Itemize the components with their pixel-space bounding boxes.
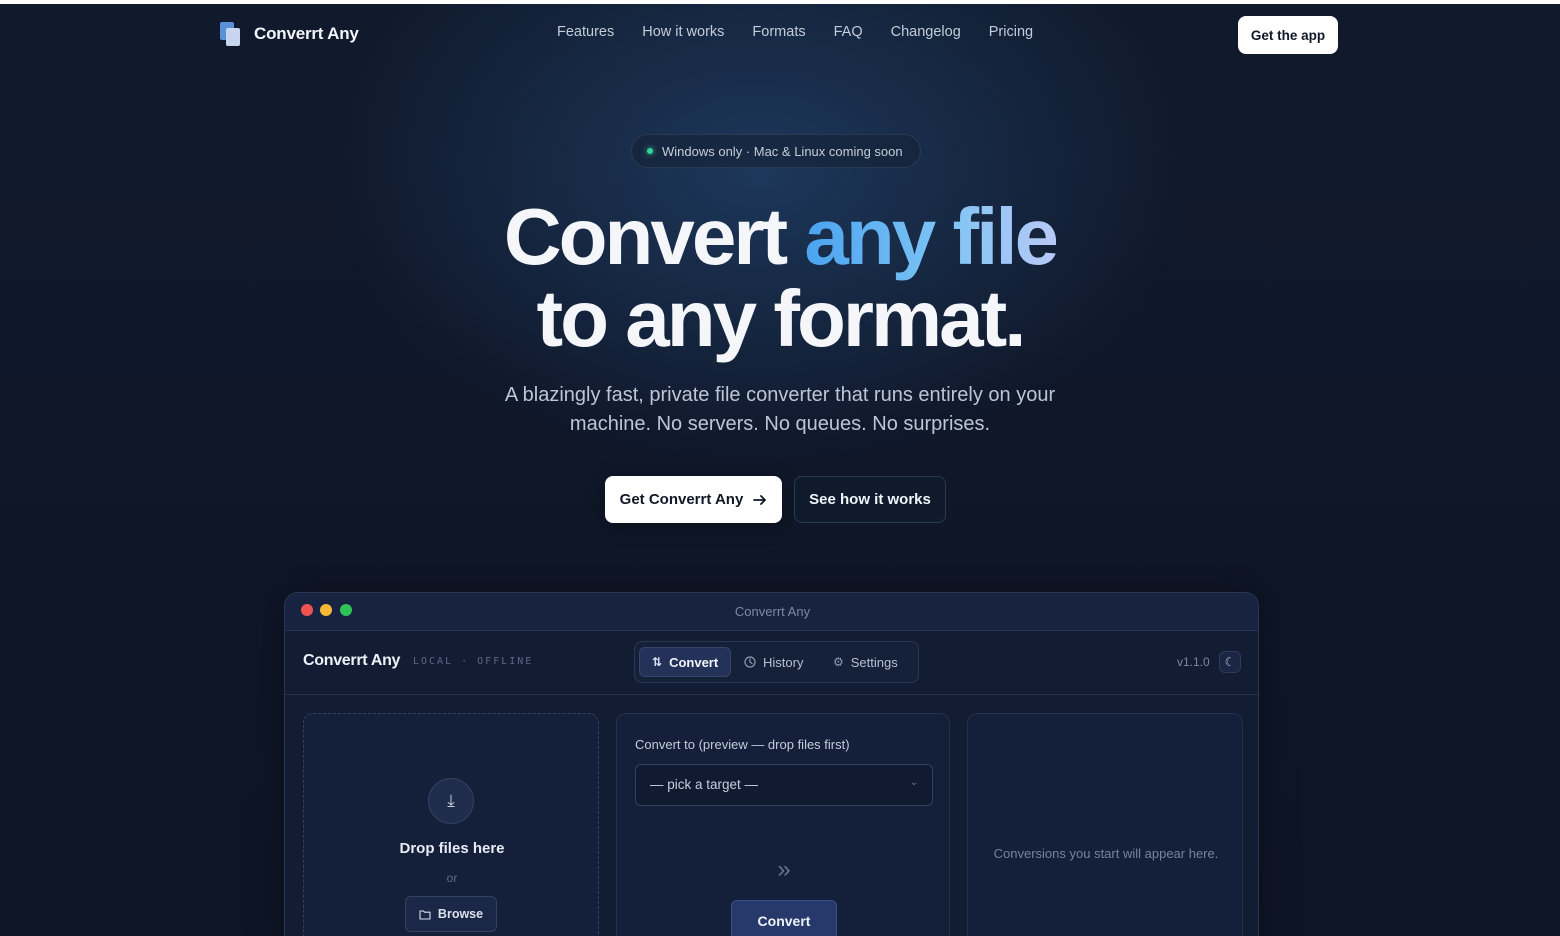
app-tabs: ⇅ Convert History ⚙ Settings	[634, 641, 919, 683]
platform-badge: Windows only · Mac & Linux coming soon	[631, 134, 921, 168]
drop-zone[interactable]: ⤓ Drop files here or Browse	[303, 713, 599, 936]
tab-convert-label: Convert	[669, 654, 719, 670]
platform-badge-text: Windows only · Mac & Linux coming soon	[662, 143, 903, 159]
get-the-app-button[interactable]: Get the app	[1238, 16, 1338, 54]
window-titlebar: Converrt Any	[285, 593, 1258, 631]
brand-logo-icon	[218, 22, 242, 46]
window-title: Converrt Any	[734, 604, 811, 619]
nav-link-how-it-works[interactable]: How it works	[642, 24, 724, 40]
app-window-preview: Converrt Any Converrt Any LOCAL · OFFLIN…	[284, 592, 1259, 936]
hero-title: Convert any file to any format.	[0, 196, 1560, 360]
tab-settings-label: Settings	[850, 654, 898, 670]
double-chevron-right-icon: »	[777, 856, 791, 883]
nav-link-changelog[interactable]: Changelog	[891, 24, 961, 40]
hero-subtitle: A blazingly fast, private file converter…	[504, 384, 1056, 435]
nav-link-features[interactable]: Features	[557, 24, 614, 40]
target-format-select[interactable]: — pick a target — ⌄	[635, 764, 933, 806]
convert-panel: Convert to (preview — drop files first) …	[616, 713, 950, 936]
nav-link-faq[interactable]: FAQ	[834, 24, 863, 40]
swap-icon: ⇅	[652, 655, 663, 669]
convert-to-label: Convert to (preview — drop files first)	[635, 737, 850, 752]
app-header: Converrt Any LOCAL · OFFLINE ⇅ Convert H…	[285, 631, 1258, 695]
chevron-down-icon: ⌄	[909, 777, 918, 788]
status-dot-icon	[647, 148, 653, 154]
tab-settings[interactable]: ⚙ Settings	[833, 647, 898, 677]
nav-link-pricing[interactable]: Pricing	[989, 24, 1033, 40]
arrow-right-icon	[753, 494, 767, 505]
history-panel: Conversions you start will appear here.	[967, 713, 1243, 936]
target-format-value: — pick a target —	[650, 777, 759, 792]
folder-icon	[419, 909, 431, 920]
brand-name: Converrt Any	[254, 24, 359, 43]
browse-label: Browse	[437, 907, 484, 921]
tab-convert[interactable]: ⇅ Convert	[639, 647, 732, 677]
hero-title-accent: any file	[804, 192, 1059, 281]
history-empty-text: Conversions you start will appear here.	[993, 846, 1219, 861]
nav-links: Features How it works Formats FAQ Change…	[557, 24, 1033, 40]
moon-icon: ☾	[1224, 655, 1236, 669]
theme-toggle-button[interactable]: ☾	[1219, 651, 1241, 673]
landing-page: Converrt Any Features How it works Forma…	[0, 0, 1560, 936]
browse-button[interactable]: Browse	[405, 896, 497, 932]
app-mode-tag: LOCAL · OFFLINE	[413, 656, 534, 667]
drop-or-text: or	[446, 871, 458, 885]
get-converrt-any-button[interactable]: Get Converrt Any	[605, 476, 782, 523]
app-version: v1.1.0	[1177, 655, 1210, 669]
tab-history[interactable]: History	[744, 647, 803, 677]
top-nav: Converrt Any Features How it works Forma…	[0, 4, 1560, 66]
download-icon: ⤓	[428, 778, 474, 824]
brand[interactable]: Converrt Any	[218, 22, 359, 46]
convert-button[interactable]: Convert	[731, 900, 837, 936]
gear-icon: ⚙	[833, 655, 844, 669]
drop-title: Drop files here	[399, 840, 505, 857]
hero-title-plain: Convert	[503, 192, 805, 281]
see-how-it-works-button[interactable]: See how it works	[794, 476, 946, 523]
tab-history-label: History	[763, 654, 804, 670]
clock-icon	[744, 656, 756, 668]
get-converrt-any-label: Get Converrt Any	[619, 491, 744, 508]
nav-link-formats[interactable]: Formats	[752, 24, 805, 40]
app-name: Converrt Any	[303, 652, 401, 669]
hero-title-line2: to any format.	[536, 274, 1027, 363]
